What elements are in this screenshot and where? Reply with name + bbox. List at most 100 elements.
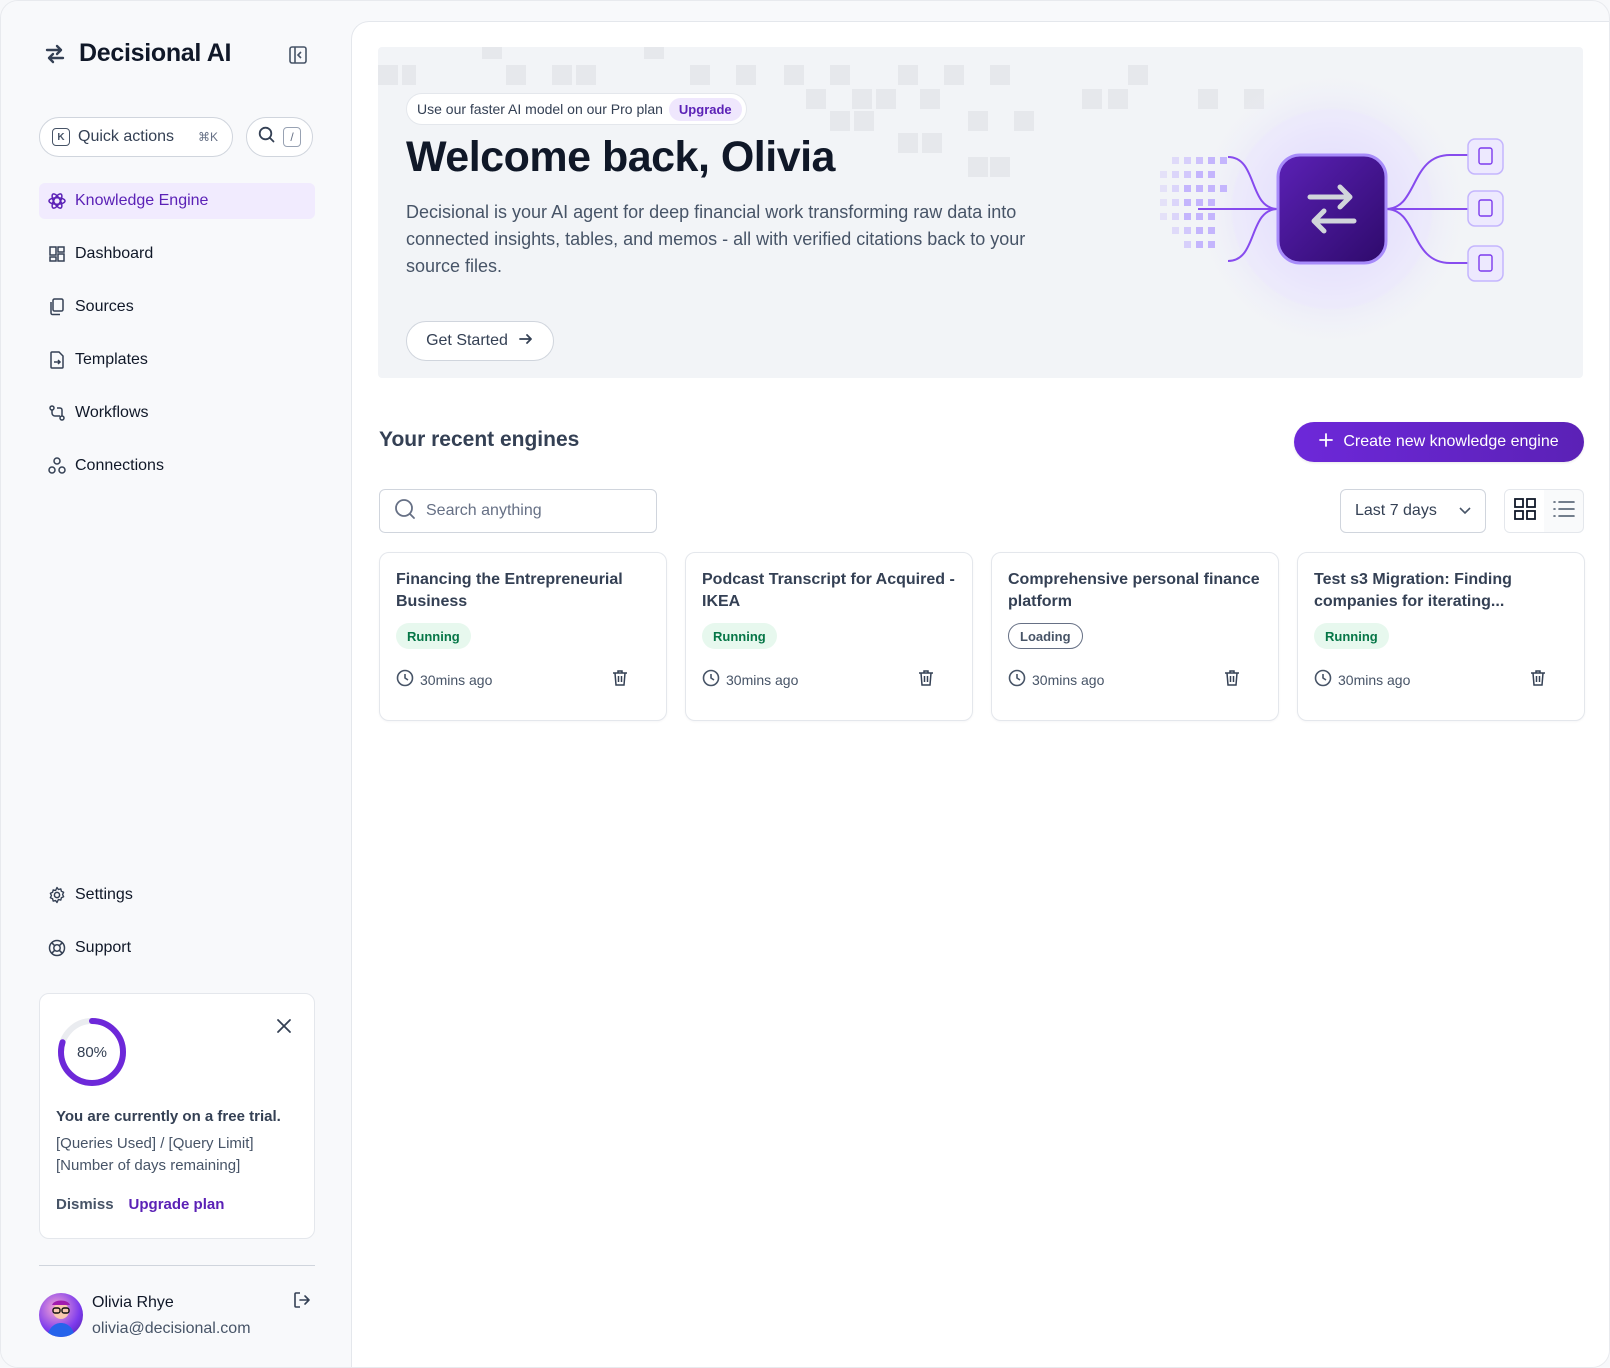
ai-hub-illustration [1160,67,1504,351]
list-icon [1552,500,1575,523]
engine-title: Podcast Transcript for Acquired - IKEA [702,571,955,610]
engine-time-label: 30mins ago [1338,671,1411,688]
pro-plan-promo[interactable]: Use our faster AI model on our Pro plan … [406,93,747,125]
files-icon [47,297,67,317]
sidebar-item-connections[interactable]: Connections [39,448,315,484]
sidebar-item-templates[interactable]: Templates [39,342,315,378]
sidebar-item-knowledge-engine[interactable]: Knowledge Engine [39,183,315,219]
sidebar-item-dashboard[interactable]: Dashboard [39,236,315,272]
free-trial-card: 80% You are currently on a free trial. [… [39,993,315,1239]
close-icon[interactable] [274,1016,294,1036]
sidebar-item-label: Settings [75,886,133,903]
sidebar-item-label: Knowledge Engine [75,192,209,209]
sidebar-item-sources[interactable]: Sources [39,289,315,325]
status-badge: Running [1314,623,1389,649]
user-email: olivia@decisional.com [92,1320,251,1337]
engine-time-label: 30mins ago [420,671,493,688]
quick-actions-label: Quick actions [78,128,175,145]
sidebar-item-settings[interactable]: Settings [39,877,315,913]
trash-icon[interactable] [1224,669,1244,689]
connections-icon [47,456,67,476]
date-range-select[interactable]: Last 7 days [1340,489,1486,533]
trial-title: You are currently on a free trial. [56,1108,281,1125]
brand-name: Decisional AI [79,39,232,67]
create-label: Create new knowledge engine [1343,433,1559,450]
search-placeholder: Search anything [426,502,542,519]
engine-title: Financing the Entrepreneurial Business [396,571,623,610]
workflow-icon [47,403,67,423]
trash-icon[interactable] [918,669,938,689]
engine-time: 30mins ago [396,669,492,690]
engine-card[interactable]: Comprehensive personal finance platform … [991,552,1279,721]
avatar[interactable] [39,1293,83,1337]
engine-cards: Financing the Entrepreneurial Business R… [379,552,1585,721]
dismiss-button[interactable]: Dismiss [56,1196,114,1213]
sidebar-item-label: Dashboard [75,245,154,262]
template-icon [47,350,67,370]
welcome-banner: Use our faster AI model on our Pro plan … [378,47,1583,378]
engine-title: Test s3 Migration: Finding companies for… [1314,571,1512,610]
atom-icon [47,191,67,211]
date-range-value: Last 7 days [1355,502,1437,519]
engine-card[interactable]: Financing the Entrepreneurial Business R… [379,552,667,721]
search-icon [258,126,275,148]
gear-icon [47,885,67,905]
list-view-button[interactable] [1544,490,1583,532]
clock-icon [702,669,720,690]
engine-time-label: 30mins ago [1032,671,1105,688]
sidebar-item-workflows[interactable]: Workflows [39,395,315,431]
engine-search-input[interactable]: Search anything [379,489,657,533]
trial-actions: Dismiss Upgrade plan [56,1196,224,1213]
grid-view-button[interactable] [1505,490,1544,532]
trial-queries-used: [Queries Used] / [Query Limit] [56,1135,254,1152]
sidebar-item-label: Sources [75,298,134,315]
trash-icon[interactable] [1530,669,1550,689]
trash-icon[interactable] [612,669,632,689]
promo-text: Use our faster AI model on our Pro plan [417,101,663,117]
app-window: Decisional AI K Quick actions ⌘K / Knowl… [0,0,1610,1368]
upgrade-tag[interactable]: Upgrade [668,97,742,121]
clock-icon [1008,669,1026,690]
slash-shortcut: / [283,127,301,147]
get-started-label: Get Started [426,332,508,349]
status-badge: Loading [1008,623,1083,649]
sidebar-nav-bottom: Settings Support [39,877,315,983]
dashboard-icon [47,244,67,264]
lifebuoy-icon [47,938,67,958]
brand[interactable]: Decisional AI [43,39,231,68]
logout-icon[interactable] [293,1291,313,1311]
view-toggle [1504,489,1584,533]
command-key-icon: K [52,128,70,146]
divider [39,1265,315,1266]
page-title: Welcome back, Olivia [406,133,835,181]
engine-time: 30mins ago [1314,669,1410,690]
chevron-down-icon [1459,502,1471,520]
engine-time-label: 30mins ago [726,671,799,688]
engine-card[interactable]: Test s3 Migration: Finding companies for… [1297,552,1585,721]
create-knowledge-engine-button[interactable]: Create new knowledge engine [1294,422,1584,462]
trial-progress-label: 80% [76,1043,108,1061]
trial-days-remaining: [Number of days remaining] [56,1157,241,1174]
status-badge: Running [702,623,777,649]
sidebar-search-button[interactable]: / [246,117,313,157]
quick-actions-shortcut: ⌘K [197,130,218,144]
sidebar-collapse-icon[interactable] [287,44,309,66]
get-started-button[interactable]: Get Started [406,321,554,361]
grid-icon [1513,497,1536,525]
engine-title: Comprehensive personal finance platform [1008,571,1260,610]
recent-engines-title: Your recent engines [379,428,580,451]
sidebar-item-label: Templates [75,351,148,368]
upgrade-plan-button[interactable]: Upgrade plan [129,1196,225,1213]
engine-time: 30mins ago [1008,669,1104,690]
sidebar-item-label: Support [75,939,132,956]
quick-actions-button[interactable]: K Quick actions ⌘K [39,117,233,157]
hero-description: Decisional is your AI agent for deep fin… [406,202,1026,276]
clock-icon [1314,669,1332,690]
status-badge: Running [396,623,471,649]
sidebar-nav: Knowledge Engine Dashboard Sources Templ… [39,183,315,501]
main-content: Use our faster AI model on our Pro plan … [351,21,1609,1367]
sidebar-item-support[interactable]: Support [39,930,315,966]
arrow-right-icon [518,331,534,352]
sidebar-item-label: Connections [75,457,164,474]
engine-card[interactable]: Podcast Transcript for Acquired - IKEA R… [685,552,973,721]
